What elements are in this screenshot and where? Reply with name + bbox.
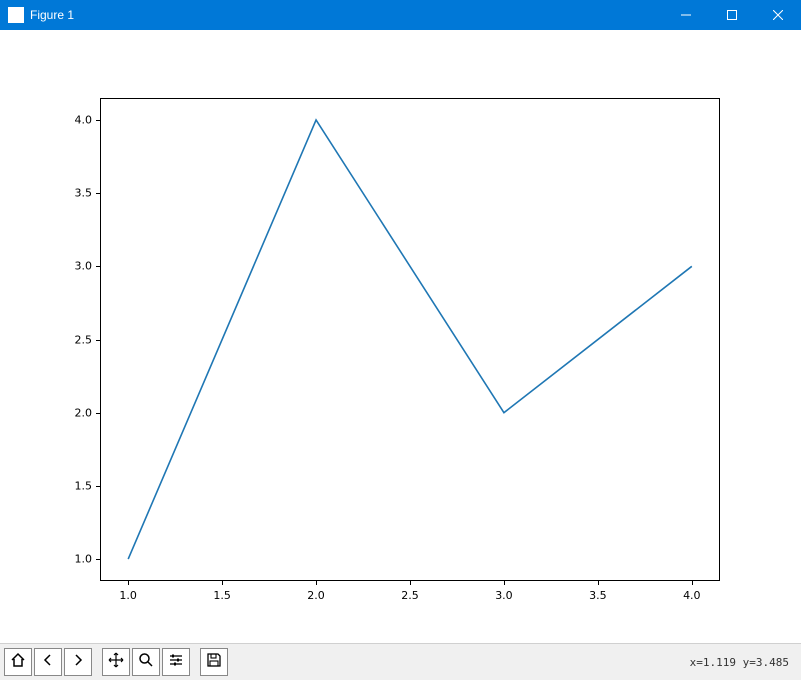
y-tick-label: 2.5 (70, 333, 92, 346)
x-tick-label: 3.5 (589, 589, 607, 602)
y-tick-mark (96, 413, 100, 414)
home-button[interactable] (4, 648, 32, 676)
y-tick-label: 2.0 (70, 406, 92, 419)
back-arrow-icon (40, 652, 56, 673)
x-tick-label: 3.0 (495, 589, 513, 602)
x-tick-mark (128, 581, 129, 585)
plot-canvas[interactable]: 1.0 1.5 2.0 2.5 3.0 3.5 4.0 1.0 1.5 2.0 2.5 3.0 3.5 4… (0, 30, 801, 643)
pan-icon (108, 652, 124, 673)
x-tick-mark (504, 581, 505, 585)
y-tick-mark (96, 486, 100, 487)
window-title: Figure 1 (30, 8, 74, 22)
zoom-icon (138, 652, 154, 673)
coordinate-readout: x=1.119 y=3.485 (690, 656, 797, 669)
x-tick-label: 2.5 (401, 589, 419, 602)
y-tick-label: 1.0 (70, 553, 92, 566)
x-tick-mark (410, 581, 411, 585)
back-button[interactable] (34, 648, 62, 676)
toolbar: x=1.119 y=3.485 (0, 643, 801, 680)
line-plot (0, 30, 801, 643)
app-icon (8, 7, 24, 23)
forward-button[interactable] (64, 648, 92, 676)
forward-arrow-icon (70, 652, 86, 673)
y-tick-label: 1.5 (70, 479, 92, 492)
x-tick-mark (316, 581, 317, 585)
zoom-button[interactable] (132, 648, 160, 676)
y-tick-label: 3.5 (70, 187, 92, 200)
x-tick-label: 4.0 (683, 589, 701, 602)
y-tick-mark (96, 559, 100, 560)
minimize-button[interactable] (663, 0, 709, 30)
y-tick-mark (96, 340, 100, 341)
y-tick-mark (96, 120, 100, 121)
x-tick-label: 1.5 (213, 589, 231, 602)
save-button[interactable] (200, 648, 228, 676)
save-icon (206, 652, 222, 673)
y-tick-mark (96, 193, 100, 194)
titlebar[interactable]: Figure 1 (0, 0, 801, 30)
y-tick-mark (96, 266, 100, 267)
home-icon (10, 652, 26, 673)
x-tick-label: 1.0 (119, 589, 137, 602)
y-tick-label: 3.0 (70, 260, 92, 273)
x-tick-label: 2.0 (307, 589, 325, 602)
y-tick-label: 4.0 (70, 113, 92, 126)
x-tick-mark (222, 581, 223, 585)
sliders-icon (168, 652, 184, 673)
x-tick-mark (598, 581, 599, 585)
close-button[interactable] (755, 0, 801, 30)
maximize-button[interactable] (709, 0, 755, 30)
x-tick-mark (692, 581, 693, 585)
pan-button[interactable] (102, 648, 130, 676)
configure-subplots-button[interactable] (162, 648, 190, 676)
